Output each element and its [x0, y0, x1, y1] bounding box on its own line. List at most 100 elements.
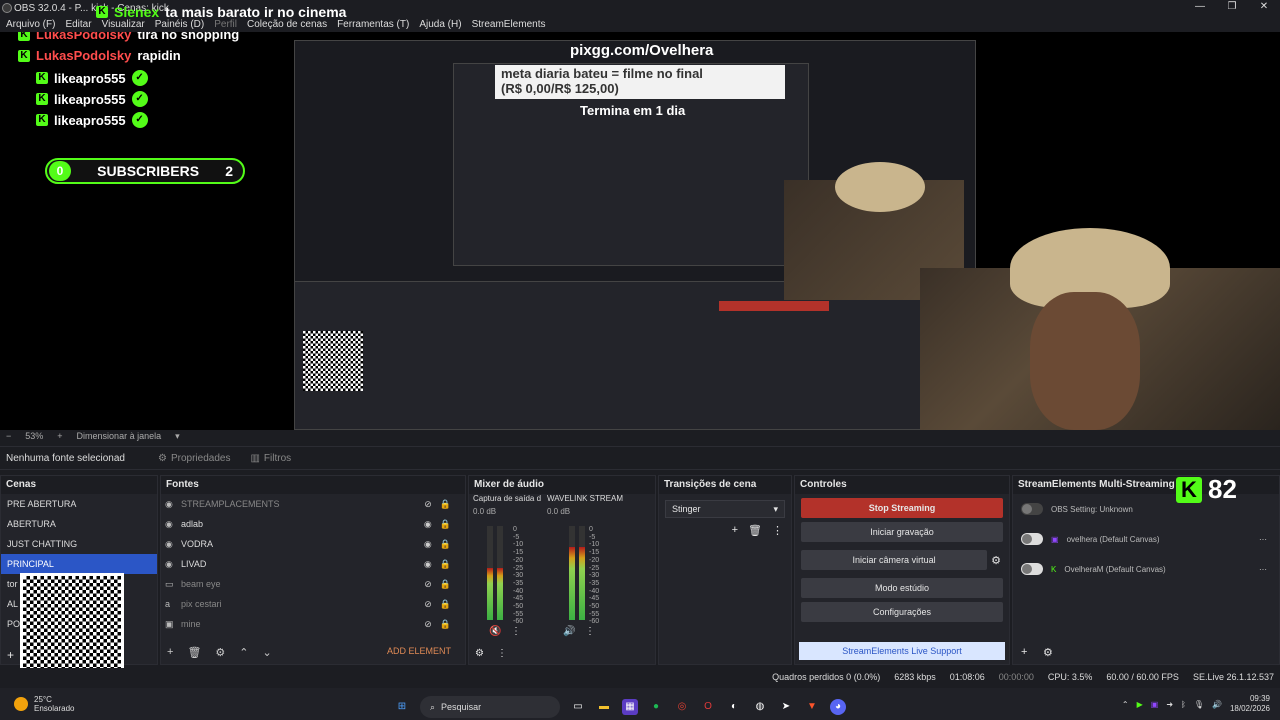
clock[interactable]: 09:39 18/02/2026	[1230, 694, 1270, 714]
chevron-up-icon[interactable]: ⌃	[1122, 700, 1129, 709]
menu-dots-icon[interactable]: ⋮	[772, 524, 783, 537]
termina-text: Termina em 1 dia	[580, 103, 686, 118]
windows-start-icon[interactable]: ⊞	[394, 699, 410, 715]
source-row[interactable]: ▭ beam eye ⊘ 🔒	[161, 574, 465, 594]
taskbar-search[interactable]: ⌕ Pesquisar	[420, 696, 560, 718]
filters-button[interactable]: ▥ Filtros	[240, 453, 301, 464]
bluetooth-icon[interactable]: ᛒ	[1181, 700, 1186, 709]
mixer-settings-icon[interactable]: ⚙	[475, 648, 484, 659]
stop-streaming-button[interactable]: Stop Streaming	[801, 498, 1003, 518]
app-icon[interactable]: ▦	[622, 699, 638, 715]
add-source-button[interactable]: +	[167, 646, 173, 659]
chrome-icon[interactable]: ◎	[674, 699, 690, 715]
add-transition-button[interactable]: +	[732, 524, 738, 537]
discord-icon[interactable]: ◕	[830, 699, 846, 715]
menu-perfil[interactable]: Perfil	[214, 19, 237, 30]
trash-icon[interactable]: 🗑	[187, 646, 201, 659]
app-arrow-icon[interactable]: ➤	[778, 699, 794, 715]
lock-icon[interactable]: 🔒	[440, 599, 451, 610]
menu-dots-icon[interactable]: ⋮	[585, 626, 595, 637]
lock-icon[interactable]: 🔒	[440, 559, 451, 570]
menu-dots-icon[interactable]: ⋮	[511, 626, 521, 637]
toggle-switch[interactable]	[1021, 533, 1043, 545]
menu-colecao[interactable]: Coleção de cenas	[247, 19, 327, 30]
menu-ajuda[interactable]: Ajuda (H)	[419, 19, 461, 30]
opera-icon[interactable]: O	[700, 699, 716, 715]
add-destination-button[interactable]: +	[1021, 646, 1027, 658]
menu-editar[interactable]: Editar	[65, 19, 91, 30]
folder-icon[interactable]: ▬	[596, 699, 612, 715]
se-live-support-button[interactable]: StreamElements Live Support	[799, 642, 1005, 660]
menu-dots-icon[interactable]: ⋮	[497, 648, 507, 659]
studio-mode-button[interactable]: Modo estúdio	[801, 578, 1003, 598]
properties-button[interactable]: ⚙ Propriedades	[148, 453, 240, 464]
volume-icon[interactable]: 🔊	[1212, 700, 1222, 709]
mute-icon[interactable]: 🔇	[489, 626, 501, 637]
weather-widget[interactable]: 25°C Ensolarado	[0, 695, 74, 713]
kick-viewer-count: K 82	[1176, 474, 1237, 505]
minimize-button[interactable]: —	[1184, 0, 1216, 14]
task-view-icon[interactable]: ▭	[570, 699, 586, 715]
toggle-switch[interactable]	[1021, 503, 1043, 515]
preview-canvas[interactable]: pixgg.com/Ovelhera meta diaria bateu = f…	[0, 32, 1280, 430]
trash-icon[interactable]: 🗑	[748, 524, 762, 537]
lock-icon[interactable]: 🔒	[440, 539, 451, 550]
speaker-icon[interactable]: 🔊	[563, 626, 575, 637]
menu-paineis[interactable]: Painéis (D)	[155, 19, 204, 30]
scene-item[interactable]: ABERTURA	[1, 514, 157, 534]
menu-arquivo[interactable]: Arquivo (F)	[6, 19, 55, 30]
chevron-down-icon[interactable]: ▾	[175, 431, 180, 442]
menu-dots-icon[interactable]: ⋯	[1259, 565, 1279, 574]
visibility-off-icon[interactable]: ⊘	[424, 619, 432, 630]
source-row[interactable]: ◉ LIVAD ◉ 🔒	[161, 554, 465, 574]
source-row[interactable]: a pix cestari ⊘ 🔒	[161, 594, 465, 614]
lock-icon[interactable]: 🔒	[440, 579, 451, 590]
source-row[interactable]: ◉ VODRA ◉ 🔒	[161, 534, 465, 554]
gear-icon[interactable]: ⚙	[991, 554, 1009, 567]
source-row[interactable]: ▣ mine ⊘ 🔒	[161, 614, 465, 634]
start-virtual-camera-button[interactable]: Iniciar câmera virtual	[801, 550, 988, 570]
add-element-button[interactable]: ADD ELEMENT	[387, 646, 451, 656]
scene-item[interactable]: JUST CHATTING	[1, 534, 157, 554]
se-multistreaming-dock: StreamElements Multi-Streaming OBS Setti…	[1012, 475, 1280, 665]
twitch-tray-icon[interactable]: ▣	[1151, 700, 1159, 709]
spotify-icon[interactable]: ●	[648, 699, 664, 715]
menu-ferramentas[interactable]: Ferramentas (T)	[337, 19, 409, 30]
lock-icon[interactable]: 🔒	[440, 499, 451, 510]
brave-icon[interactable]: ▼	[804, 699, 820, 715]
menu-streamelements[interactable]: StreamElements	[472, 19, 546, 30]
lock-icon[interactable]: 🔒	[440, 619, 451, 630]
settings-button[interactable]: Configurações	[801, 602, 1003, 622]
zoom-out-button[interactable]: −	[6, 431, 11, 441]
menu-visualizar[interactable]: Visualizar	[102, 19, 145, 30]
move-up-icon[interactable]: ⌃	[239, 646, 248, 659]
visibility-off-icon[interactable]: ⊘	[424, 579, 432, 590]
mic-icon[interactable]: 🎙	[1194, 700, 1204, 709]
scene-item-active[interactable]: PRINCIPAL	[1, 554, 157, 574]
eye-icon[interactable]: ◉	[424, 519, 432, 530]
zoom-in-button[interactable]: +	[57, 431, 62, 441]
start-recording-button[interactable]: Iniciar gravação	[801, 522, 1003, 542]
move-down-icon[interactable]: ⌄	[263, 646, 272, 659]
visibility-off-icon[interactable]: ⊘	[424, 499, 432, 510]
source-row[interactable]: ◉ adlab ◉ 🔒	[161, 514, 465, 534]
obs-icon[interactable]: ◍	[752, 699, 768, 715]
scene-item[interactable]: PRE ABERTURA	[1, 494, 157, 514]
add-scene-button[interactable]: +	[7, 648, 14, 662]
lock-icon[interactable]: 🔒	[440, 519, 451, 530]
gear-icon[interactable]: ⚙	[1043, 646, 1053, 659]
play-icon[interactable]: ▶	[1137, 700, 1143, 709]
maximize-button[interactable]: ❐	[1216, 0, 1248, 14]
toggle-switch[interactable]	[1021, 563, 1043, 575]
close-button[interactable]: ✕	[1248, 0, 1280, 14]
menu-dots-icon[interactable]: ⋯	[1259, 535, 1279, 544]
visibility-off-icon[interactable]: ⊘	[424, 599, 432, 610]
eye-icon[interactable]: ◉	[424, 539, 432, 550]
eye-icon[interactable]: ◉	[424, 559, 432, 570]
share-icon[interactable]: ➜	[1166, 700, 1173, 709]
gear-icon[interactable]: ⚙	[215, 646, 225, 659]
steam-icon[interactable]: ◐	[726, 699, 742, 715]
zoom-fit[interactable]: Dimensionar à janela	[77, 431, 162, 441]
source-row[interactable]: ◉ STREAMPLACEMENTS ⊘ 🔒	[161, 494, 465, 514]
transition-select[interactable]: Stinger ▾	[665, 500, 785, 518]
